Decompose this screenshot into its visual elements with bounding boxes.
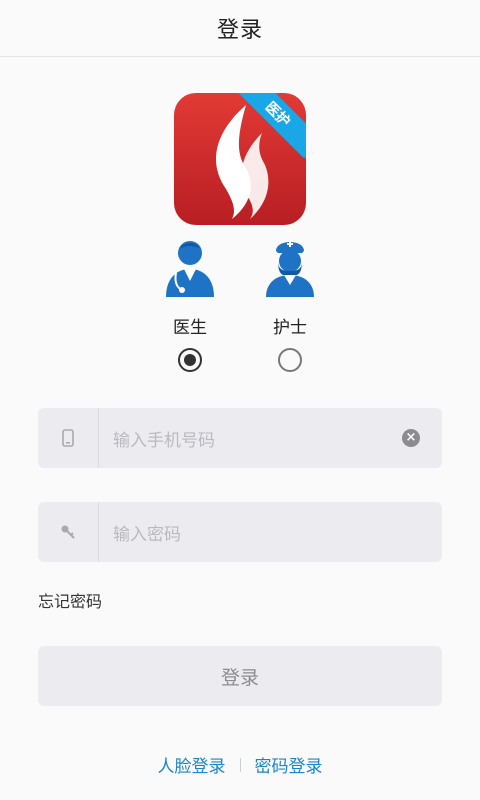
role-nurse-radio[interactable] xyxy=(278,348,302,372)
link-divider xyxy=(239,757,241,772)
face-login-link[interactable]: 人脸登录 xyxy=(158,752,226,777)
clear-icon[interactable]: × xyxy=(402,429,420,447)
role-doctor[interactable]: 医生 xyxy=(155,235,225,372)
top-bar: 登录 xyxy=(0,0,480,57)
phone-field[interactable]: 输入手机号码 × xyxy=(38,408,442,468)
doctor-icon xyxy=(166,241,214,297)
role-nurse[interactable]: 护士 xyxy=(255,235,325,372)
phone-icon xyxy=(62,429,74,447)
password-input[interactable]: 输入密码 xyxy=(99,520,442,545)
phone-input[interactable]: 输入手机号码 xyxy=(99,426,402,451)
page-title: 登录 xyxy=(216,18,263,43)
role-doctor-label: 医生 xyxy=(173,318,207,338)
password-field-icon-box xyxy=(38,502,99,562)
app-logo: 医护 xyxy=(174,93,306,225)
role-nurse-label: 护士 xyxy=(273,318,307,338)
alt-login-links: 人脸登录 密码登录 xyxy=(0,752,480,777)
role-selector: 医生 护士 xyxy=(155,235,325,372)
role-doctor-radio[interactable] xyxy=(178,348,202,372)
password-field[interactable]: 输入密码 xyxy=(38,502,442,562)
login-button[interactable]: 登录 xyxy=(38,646,442,706)
password-login-link[interactable]: 密码登录 xyxy=(255,752,323,777)
phone-field-icon-box xyxy=(38,408,99,468)
key-icon xyxy=(61,525,75,539)
nurse-icon xyxy=(266,241,314,297)
forgot-password-link[interactable]: 忘记密码 xyxy=(38,588,442,612)
